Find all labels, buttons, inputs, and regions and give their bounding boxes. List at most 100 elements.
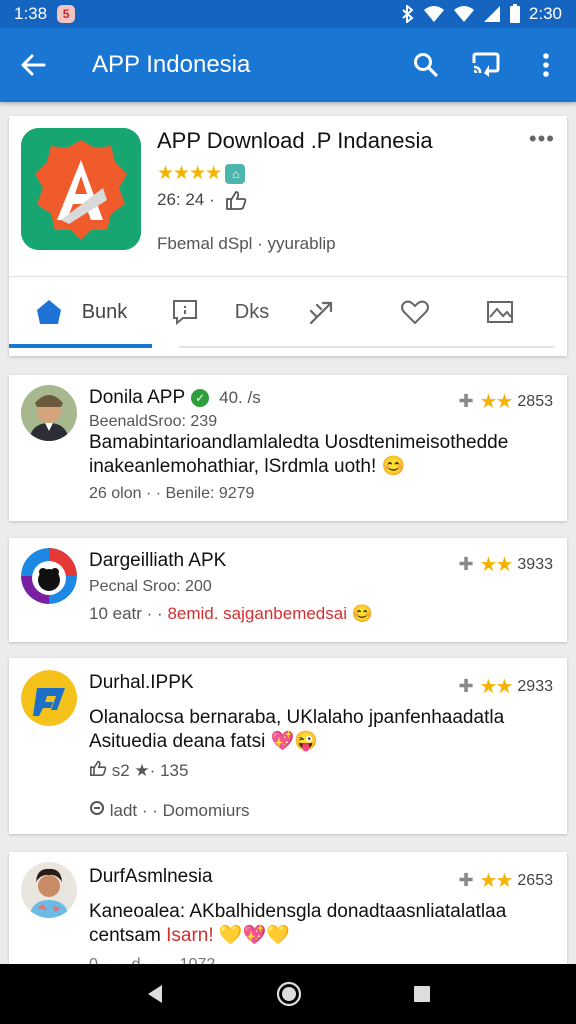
tab-docs[interactable]: Dks	[217, 277, 287, 347]
review-rating: ✚ ★★ 3933	[458, 552, 553, 577]
app-name: APP Download .P Indanesia	[157, 128, 433, 153]
rating-count: 3933	[517, 555, 553, 573]
app-subtitle: Fbemal dSpl · yyurablip	[157, 234, 336, 253]
recents-nav-button[interactable]	[412, 984, 432, 1004]
status-time: 1:38	[14, 4, 48, 23]
reply-icon	[90, 801, 104, 815]
pin-icon: ✚	[458, 391, 474, 411]
home-nav-button[interactable]	[275, 980, 303, 1008]
app-detail-card: APP Download .P Indanesia ••• ★★★★ ⌂ 26:…	[9, 116, 567, 356]
reviewer-extra: 40. /s	[219, 388, 261, 407]
battery-icon	[509, 4, 520, 23]
like-icon	[225, 191, 246, 210]
reviewer-name: Donila APP	[89, 387, 186, 408]
rating-stars: ★★★★	[157, 163, 222, 184]
more-vert-icon	[543, 53, 549, 77]
tab-label: Dks	[234, 300, 270, 323]
review-rating: ✚ ★★ 2653	[458, 868, 553, 893]
review-body-text: centsam	[89, 925, 161, 946]
avatar	[21, 548, 77, 604]
reviewer-name: Dargeilliath APK	[89, 550, 227, 571]
review-subtitle: Pecnal Sroo: 200	[89, 578, 212, 595]
review-count-text: s2 ★· 135	[111, 761, 189, 780]
pin-icon: ✚	[458, 554, 474, 574]
back-button[interactable]	[0, 28, 66, 102]
more-horiz-icon[interactable]: •••	[529, 126, 555, 152]
review-body-2: Asituedia deana fatsi 💖😜	[89, 731, 318, 752]
avatar	[21, 862, 77, 918]
share-icon	[309, 301, 333, 325]
back-nav-button[interactable]	[144, 982, 166, 1006]
review-card[interactable]: Donila APP ✓ 40. /s ✚ ★★ 2853 BeenaldSro…	[9, 375, 567, 521]
review-footer-text: 8emid. sajganbemedsai 😊	[167, 604, 373, 623]
avatar	[21, 670, 77, 726]
rating-count: 2933	[517, 677, 553, 695]
tab-home[interactable]: Bunk	[9, 277, 152, 347]
search-icon	[414, 53, 438, 77]
cast-button[interactable]	[456, 28, 516, 102]
app-meta-text: 26: 24 ·	[157, 190, 215, 209]
review-body-highlight: Isarn! 💛💖💛	[166, 925, 290, 946]
review-subtitle: BeenaldSroo: 239	[89, 413, 218, 430]
review-footer: ladt · · Domomiurs	[89, 800, 250, 821]
rating-count: 2653	[517, 871, 553, 889]
action-tabs: Bunk Dks	[9, 277, 567, 347]
image-icon	[486, 301, 513, 323]
review-card[interactable]: Durhal.IPPK ✚ ★★ 2933 Olanalocsa bernara…	[9, 658, 567, 834]
review-body: Kaneoalea: AKbalhidensgla donadtaasnliat…	[89, 901, 507, 922]
signal-icon	[483, 6, 500, 22]
status-bar: 1:38 5 2:30	[0, 0, 576, 28]
like-icon	[90, 760, 107, 776]
home-icon	[36, 300, 61, 324]
arrow-left-icon	[21, 54, 46, 76]
rating-stars-icon: ★★	[479, 554, 514, 576]
tab-label: Bunk	[81, 300, 128, 323]
wifi-icon	[423, 6, 444, 22]
reviewer-name-row: Durhal.IPPK	[89, 672, 194, 694]
review-count: s2 ★· 135	[89, 760, 188, 781]
wifi-strength-icon	[453, 6, 474, 22]
pin-icon: ✚	[458, 676, 474, 696]
search-button[interactable]	[396, 28, 456, 102]
bluetooth-icon	[402, 5, 414, 23]
reviewer-name-row: Dargeilliath APK	[89, 550, 226, 572]
heart-icon	[400, 300, 429, 325]
review-footer-text: ladt · · Domomiurs	[109, 801, 250, 820]
tab-indicator	[9, 344, 152, 348]
app-rating: ★★★★ ⌂	[157, 162, 246, 185]
tab-favorite[interactable]	[357, 277, 472, 347]
review-footer: 26 olon · · Benile: 9279	[89, 485, 255, 502]
verified-icon: ✓	[191, 389, 210, 407]
comment-icon	[172, 300, 197, 326]
reviewer-name-row: Donila APP ✓ 40. /s	[89, 387, 261, 409]
rating-count: 2853	[517, 392, 553, 410]
reviewer-name: Durhal.IPPK	[89, 672, 194, 693]
review-body: Olanalocsa bernaraba, UKlalaho jpanfenha…	[89, 707, 505, 728]
page-title: APP Indonesia	[92, 51, 251, 78]
review-body-2: centsam Isarn! 💛💖💛	[89, 924, 549, 948]
app-meta: 26: 24 ·	[157, 190, 247, 210]
review-card[interactable]: Dargeilliath APK ✚ ★★ 3933 Pecnal Sroo: …	[9, 538, 567, 642]
tab-comments[interactable]	[152, 277, 217, 347]
cast-icon	[472, 52, 500, 77]
review-body: Bamabintarioandlamlaledta Uosdtenimeisot…	[89, 432, 509, 477]
system-nav-bar	[0, 964, 576, 1024]
status-clock: 2:30	[528, 4, 562, 23]
review-footer: 10 eatr · · 8emid. sajganbemedsai 😊	[89, 604, 373, 624]
rating-stars-icon: ★★	[479, 676, 514, 698]
reviewer-name: DurfAsmlnesia	[89, 866, 213, 887]
rating-stars-icon: ★★	[479, 870, 514, 892]
overflow-menu-button[interactable]	[516, 28, 576, 102]
review-rating: ✚ ★★ 2933	[458, 674, 553, 699]
app-logo-icon	[21, 128, 141, 250]
tab-share[interactable]	[287, 277, 357, 347]
review-rating: ✚ ★★ 2853	[458, 389, 553, 414]
pin-icon: ✚	[458, 870, 474, 890]
notification-icon: 5	[57, 5, 76, 23]
badge-icon: ⌂	[225, 163, 246, 184]
tab-underline	[179, 346, 555, 348]
reviewer-name-row: DurfAsmlnesia	[89, 866, 213, 888]
app-bar: APP Indonesia	[0, 28, 576, 102]
tab-gallery[interactable]	[472, 277, 527, 347]
avatar	[21, 385, 77, 441]
